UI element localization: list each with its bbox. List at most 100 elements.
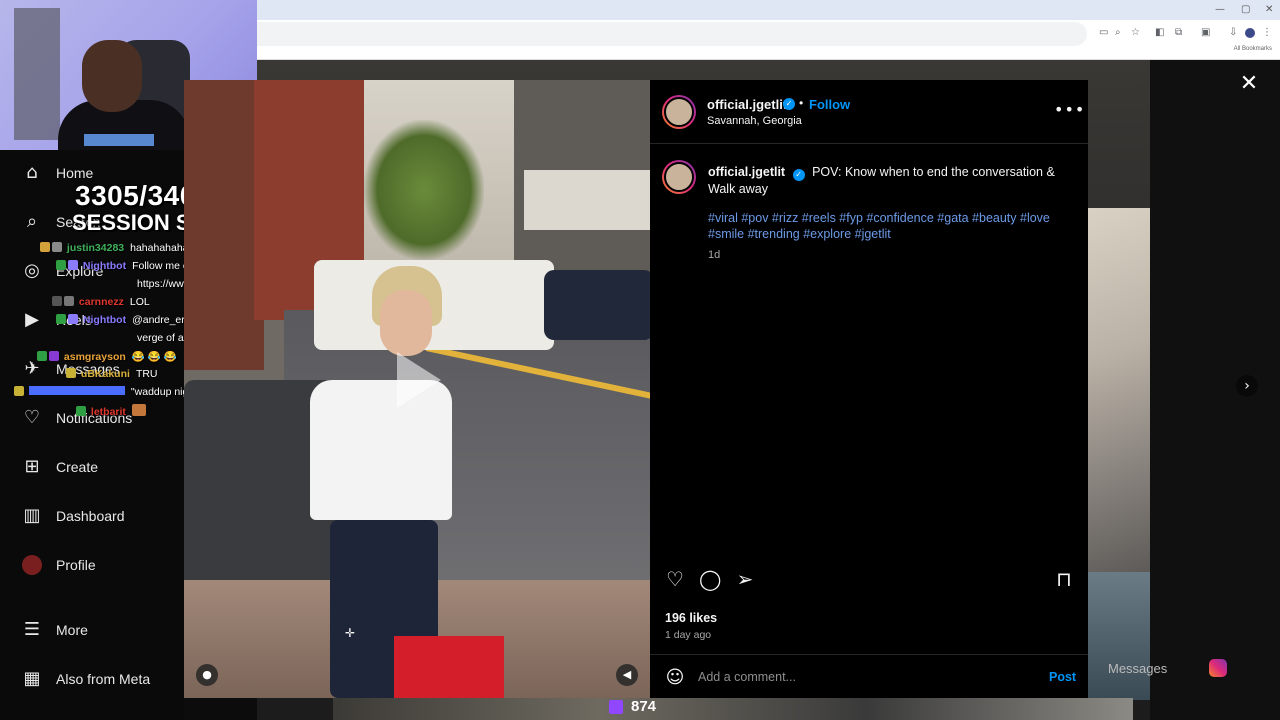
chat-username: justin34283 bbox=[66, 242, 125, 254]
verified-bot-icon bbox=[56, 314, 66, 324]
cat-tree bbox=[14, 8, 60, 140]
tagged-user-icon[interactable]: ● bbox=[196, 664, 218, 686]
post-details-panel: official.jgetlit ✓ • Follow Savannah, Ge… bbox=[650, 80, 1088, 698]
maximize-icon[interactable]: ▢ bbox=[1241, 4, 1250, 15]
post-video[interactable]: ● ◀ ✛ bbox=[184, 80, 650, 698]
share-icon[interactable]: ➢ bbox=[734, 568, 756, 590]
sidebar-item-label: More bbox=[56, 622, 88, 638]
chat-message: uBKakuni TRU bbox=[66, 368, 158, 380]
cast-icon[interactable]: ▭ bbox=[1099, 27, 1108, 38]
caption-author-avatar[interactable] bbox=[662, 160, 696, 194]
video-palm-tree bbox=[364, 120, 484, 260]
verified-bot-icon bbox=[56, 260, 66, 270]
sidebar-item-label: Also from Meta bbox=[56, 671, 151, 687]
twitch-viewers-icon bbox=[609, 700, 623, 714]
emoji-icon[interactable]: ☺ bbox=[664, 667, 686, 689]
separator-dot: • bbox=[799, 96, 804, 110]
chat-username: carnnezz bbox=[78, 296, 124, 308]
sidebar-item-also-from-meta[interactable]: ▦ Also from Meta bbox=[0, 659, 184, 699]
sidebar-item-create[interactable]: ⊞ Create bbox=[0, 447, 184, 487]
messages-dock-label[interactable]: Messages bbox=[1108, 661, 1167, 676]
author-username[interactable]: official.jgetlit bbox=[707, 97, 787, 112]
chat-message: carnnezz LOL bbox=[52, 296, 150, 308]
background-post-image bbox=[1088, 208, 1152, 573]
chat-text: 😂 😂 😂 bbox=[131, 351, 177, 363]
more-options-icon[interactable]: ••• bbox=[1054, 100, 1085, 119]
all-bookmarks[interactable]: All Bookmarks bbox=[1234, 46, 1272, 52]
chat-username: uBKakuni bbox=[80, 368, 130, 380]
post-date: 1 day ago bbox=[665, 629, 712, 641]
chat-username: letbarit bbox=[90, 406, 126, 418]
browser-toolbar: ▭ ⌕ ☆ ◧ ⧉ ▣ ⇩ ⋮ All Bookmarks bbox=[257, 20, 1280, 60]
video-building bbox=[184, 80, 264, 370]
save-bookmark-icon[interactable]: ⊓ bbox=[1053, 568, 1075, 590]
post-header: official.jgetlit ✓ • Follow Savannah, Ge… bbox=[650, 80, 1088, 144]
viewer-count: 874 bbox=[631, 698, 657, 715]
profile-avatar bbox=[22, 555, 42, 575]
search-icon: ⌕ bbox=[26, 211, 38, 232]
chat-badge-icon bbox=[52, 296, 62, 306]
play-icon[interactable] bbox=[397, 352, 441, 408]
explore-icon: ◎ bbox=[24, 260, 40, 281]
audio-icon[interactable]: ◀ bbox=[616, 664, 638, 686]
chat-message: "waddup nigga" bbox=[14, 386, 204, 398]
shirt-print bbox=[84, 134, 154, 146]
sidepanel-icon[interactable]: ▣ bbox=[1201, 27, 1210, 38]
chat-text: LOL bbox=[129, 296, 150, 308]
post-hashtags[interactable]: #viral #pov #rizz #reels #fyp #confidenc… bbox=[708, 210, 1058, 242]
close-icon[interactable]: ✕ bbox=[1238, 73, 1260, 95]
chat-badge-icon bbox=[37, 351, 47, 361]
verified-badge-icon: ✓ bbox=[783, 98, 795, 110]
download-icon[interactable]: ⇩ bbox=[1229, 27, 1237, 38]
like-count[interactable]: 196 likes bbox=[665, 611, 717, 625]
sidebar-item-label: Create bbox=[56, 459, 99, 475]
chat-badge-icon bbox=[66, 368, 76, 378]
chat-text: hahahahaha bbox=[130, 242, 189, 254]
puzzle-icon[interactable]: ⧉ bbox=[1175, 27, 1182, 38]
chat-username: asmgrayson bbox=[63, 351, 126, 363]
browser-tab-strip: — ▢ ✕ bbox=[257, 0, 1280, 20]
caption-username[interactable]: official.jgetlit bbox=[708, 165, 785, 179]
post-comment-button[interactable]: Post bbox=[1049, 670, 1076, 684]
mod-badge-icon bbox=[68, 314, 78, 324]
video-storefront bbox=[524, 170, 650, 230]
video-person-face bbox=[380, 290, 432, 356]
chat-badge-icon bbox=[49, 351, 59, 361]
like-heart-icon[interactable]: ♡ bbox=[664, 568, 686, 590]
create-icon: ⊞ bbox=[24, 456, 40, 477]
caption-age: 1d bbox=[708, 249, 721, 261]
home-icon: ⌂ bbox=[26, 162, 38, 183]
chat-username-redacted bbox=[28, 386, 125, 395]
post-location[interactable]: Savannah, Georgia bbox=[707, 115, 802, 127]
chat-badge-icon bbox=[40, 242, 50, 252]
post-caption: official.jgetlit ✓ POV: Know when to end… bbox=[708, 164, 1068, 197]
zoom-icon[interactable]: ⌕ bbox=[1115, 27, 1121, 38]
mouse-cursor-icon: ✛ bbox=[345, 626, 356, 640]
address-bar[interactable] bbox=[257, 22, 1087, 46]
chat-badge-icon bbox=[64, 296, 74, 306]
chat-username: Nightbot bbox=[82, 260, 127, 272]
minimize-icon[interactable]: — bbox=[1215, 4, 1225, 15]
close-window-icon[interactable]: ✕ bbox=[1265, 4, 1273, 15]
follow-button[interactable]: Follow bbox=[809, 97, 850, 112]
kebab-menu-icon[interactable]: ⋮ bbox=[1262, 27, 1272, 38]
chat-message: letbarit bbox=[76, 404, 148, 418]
sidebar-item-label: Home bbox=[56, 165, 94, 181]
verified-badge-icon: ✓ bbox=[792, 169, 805, 181]
comment-icon[interactable]: ◯ bbox=[699, 568, 721, 590]
sidebar-item-profile[interactable]: Profile bbox=[0, 545, 184, 585]
mod-badge-icon bbox=[68, 260, 78, 270]
next-post-chevron-icon[interactable]: › bbox=[1236, 375, 1258, 397]
sidebar-item-dashboard[interactable]: ▥ Dashboard bbox=[0, 496, 184, 536]
comment-input[interactable] bbox=[698, 665, 1028, 689]
post-actions: ♡ ◯ ➢ ⊓ bbox=[650, 564, 1088, 594]
chat-message: justin34283 hahahahaha bbox=[40, 242, 189, 254]
instagram-icon bbox=[1209, 659, 1227, 677]
extension-icon[interactable]: ◧ bbox=[1155, 27, 1164, 38]
profile-avatar-icon[interactable] bbox=[1245, 28, 1255, 38]
background-post-strip bbox=[333, 698, 1133, 720]
sidebar-item-more[interactable]: ☰ More bbox=[0, 610, 184, 650]
bookmark-star-icon[interactable]: ☆ bbox=[1131, 27, 1140, 38]
backdrop-dark-area bbox=[1150, 60, 1280, 720]
author-avatar[interactable] bbox=[662, 95, 696, 129]
